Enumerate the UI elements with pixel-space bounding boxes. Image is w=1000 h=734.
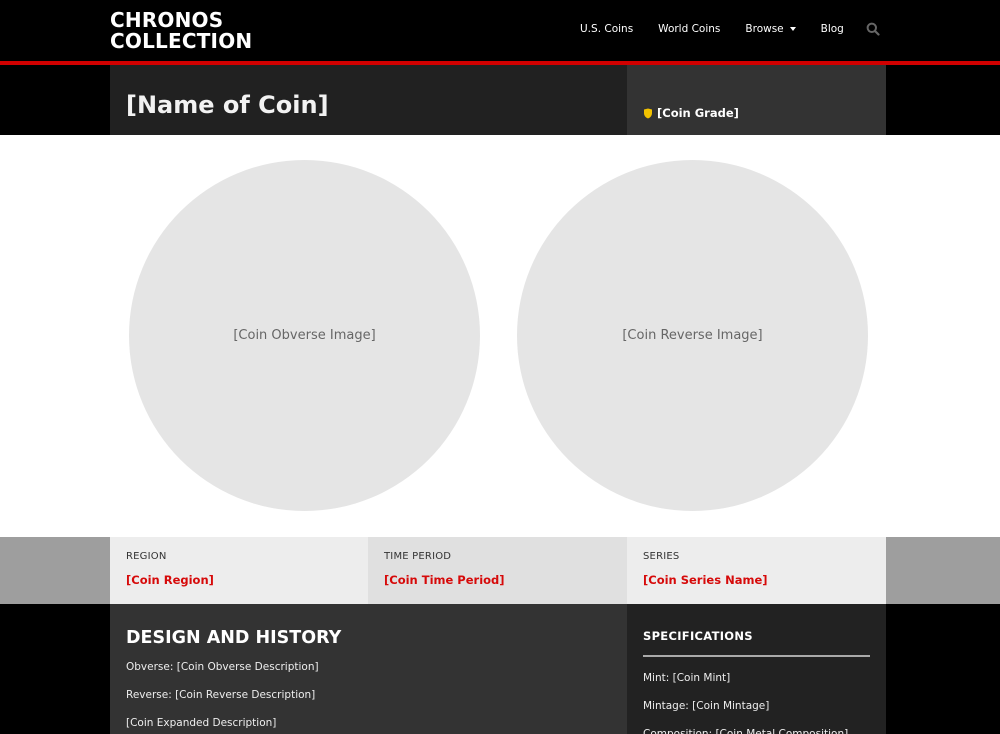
specifications-panel: SPECIFICATIONS Mint: [Coin Mint] Mintage… [627, 604, 886, 734]
spec-mint: Mint: [Coin Mint] [643, 672, 731, 684]
nav-blog-label: Blog [820, 23, 844, 35]
expanded-description: [Coin Expanded Description] [126, 717, 277, 729]
coin-reverse-placeholder: [Coin Reverse Image] [622, 328, 763, 343]
info-time-period-value[interactable]: [Coin Time Period] [384, 573, 611, 587]
logo-line-1: CHRONOS [110, 8, 224, 32]
info-series: SERIES [Coin Series Name] [627, 537, 886, 604]
shield-icon [644, 108, 652, 118]
coin-name-title: [Name of Coin] [126, 91, 329, 119]
obverse-description: Obverse: [Coin Obverse Description] [126, 661, 319, 673]
coin-grade-text: [Coin Grade] [657, 106, 739, 120]
nav-browse[interactable]: Browse [745, 23, 796, 35]
nav-blog[interactable]: Blog [821, 23, 844, 35]
site-logo[interactable]: CHRONOS COLLECTION [110, 10, 252, 52]
title-band: [Name of Coin] [Coin Grade] [0, 65, 1000, 135]
nav-world-coins[interactable]: World Coins [658, 23, 720, 35]
info-region-value[interactable]: [Coin Region] [126, 573, 352, 587]
design-history-heading: DESIGN AND HISTORY [126, 628, 342, 648]
search-icon[interactable] [866, 22, 880, 36]
info-series-value[interactable]: [Coin Series Name] [643, 573, 870, 587]
details-section: DESIGN AND HISTORY Obverse: [Coin Obvers… [0, 604, 1000, 734]
spec-composition: Composition: [Coin Metal Composition] [643, 728, 849, 734]
info-time-period-label: TIME PERIOD [384, 551, 452, 562]
reverse-description: Reverse: [Coin Reverse Description] [126, 689, 316, 701]
grade-panel: [Coin Grade] [627, 65, 886, 135]
specifications-divider [643, 655, 870, 657]
coin-obverse-image[interactable]: [Coin Obverse Image] [129, 160, 480, 511]
main-nav: U.S. Coins World Coins Browse Blog [580, 22, 869, 36]
nav-world-coins-label: World Coins [658, 23, 721, 35]
spec-mintage: Mintage: [Coin Mintage] [643, 700, 770, 712]
site-header: CHRONOS COLLECTION U.S. Coins World Coin… [0, 0, 1000, 61]
design-history-panel: DESIGN AND HISTORY Obverse: [Coin Obvers… [110, 604, 627, 734]
nav-us-coins-label: U.S. Coins [580, 23, 634, 35]
info-region-label: REGION [126, 551, 167, 562]
info-time-period: TIME PERIOD [Coin Time Period] [368, 537, 627, 604]
coin-reverse-image[interactable]: [Coin Reverse Image] [517, 160, 868, 511]
specifications-heading: SPECIFICATIONS [643, 629, 753, 643]
coin-grade: [Coin Grade] [643, 106, 739, 120]
logo-line-2: COLLECTION [110, 29, 253, 53]
info-region: REGION [Coin Region] [110, 537, 368, 604]
caret-down-icon [789, 27, 796, 31]
coin-obverse-placeholder: [Coin Obverse Image] [233, 328, 376, 343]
title-panel: [Name of Coin] [110, 65, 627, 135]
coin-images-section: [Coin Obverse Image] [Coin Reverse Image… [0, 135, 1000, 537]
coin-info-strip: REGION [Coin Region] TIME PERIOD [Coin T… [0, 537, 1000, 604]
nav-us-coins[interactable]: U.S. Coins [580, 23, 633, 35]
info-series-label: SERIES [643, 551, 680, 562]
nav-browse-label: Browse [745, 23, 784, 35]
